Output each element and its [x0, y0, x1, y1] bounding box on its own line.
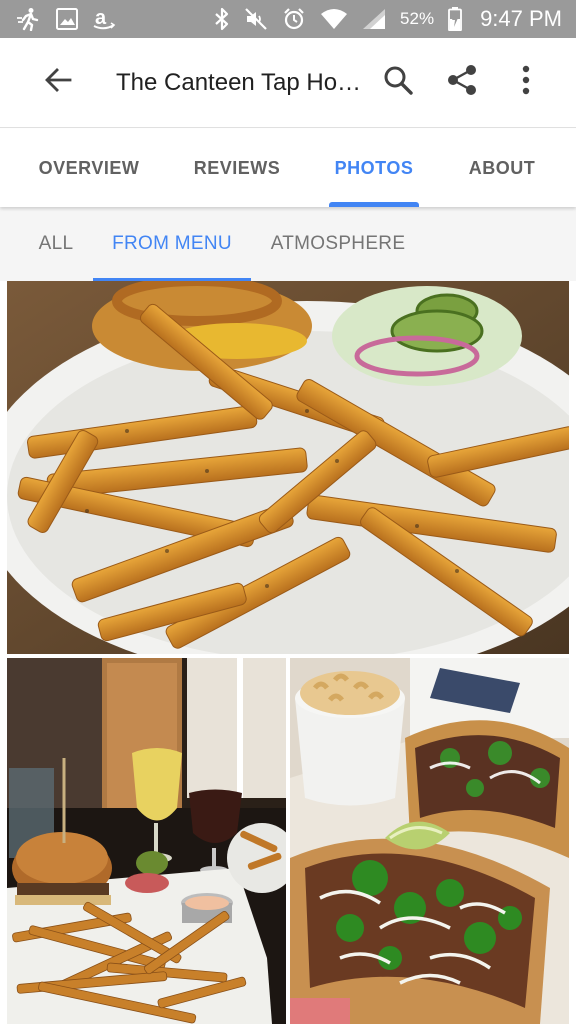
battery-charging-icon [448, 7, 462, 31]
more-vert-icon [522, 65, 530, 100]
tab-from-menu-label: FROM MENU [112, 233, 232, 254]
tab-overview-label: OVERVIEW [38, 157, 140, 178]
tab-photos-label: PHOTOS [334, 157, 414, 178]
search-button[interactable] [370, 55, 426, 111]
svg-text:a: a [95, 7, 107, 29]
tab-about-label: ABOUT [468, 157, 536, 178]
tab-reviews[interactable]: REVIEWS [176, 129, 298, 207]
tacos-image [290, 658, 569, 1024]
wifi-icon [320, 8, 348, 30]
primary-tabs: OVERVIEW REVIEWS PHOTOS ABOUT [0, 129, 576, 207]
status-left-icons: a [16, 7, 116, 31]
photo-grid [0, 281, 576, 1024]
more-options-button[interactable] [498, 55, 554, 111]
battery-percent: 52% [400, 9, 435, 28]
share-button[interactable] [434, 55, 490, 111]
alarm-icon [282, 7, 306, 31]
photo-fries-burger[interactable] [7, 281, 569, 654]
back-button[interactable] [30, 55, 86, 111]
status-right-icons: 52% 9:47 PM [214, 6, 562, 32]
tab-about[interactable]: ABOUT [458, 129, 546, 207]
vibrate-off-icon [244, 7, 268, 31]
tab-overview[interactable]: OVERVIEW [24, 129, 154, 207]
photo-burger-beers[interactable] [7, 658, 286, 1024]
tab-photos[interactable]: PHOTOS [329, 129, 419, 207]
app-bar: The Canteen Tap Ho… [0, 38, 576, 128]
tab-reviews-label: REVIEWS [193, 157, 281, 178]
search-icon [383, 65, 413, 100]
fries-burger-image [7, 281, 569, 654]
signal-icon [362, 8, 386, 30]
tab-all-label: ALL [38, 233, 74, 254]
tab-from-menu[interactable]: FROM MENU [93, 207, 251, 281]
status-time: 9:47 PM [480, 6, 562, 31]
activity-icon [16, 7, 42, 31]
tab-all[interactable]: ALL [22, 207, 90, 281]
share-icon [447, 64, 477, 101]
bluetooth-icon [214, 7, 230, 31]
tab-atmosphere-label: ATMOSPHERE [270, 233, 406, 254]
amazon-icon: a [92, 7, 116, 31]
photo-category-tabs: ALL FROM MENU ATMOSPHERE [0, 207, 576, 281]
tab-atmosphere[interactable]: ATMOSPHERE [262, 207, 414, 281]
app-bar-actions [370, 55, 576, 111]
place-title: The Canteen Tap Ho… [116, 68, 362, 96]
image-icon [56, 8, 78, 30]
photo-tacos[interactable] [290, 658, 569, 1024]
back-arrow-icon [44, 66, 72, 99]
burger-beers-image [7, 658, 286, 1024]
status-bar: a 52% 9:47 PM [0, 0, 576, 38]
active-tab-indicator [329, 202, 419, 207]
